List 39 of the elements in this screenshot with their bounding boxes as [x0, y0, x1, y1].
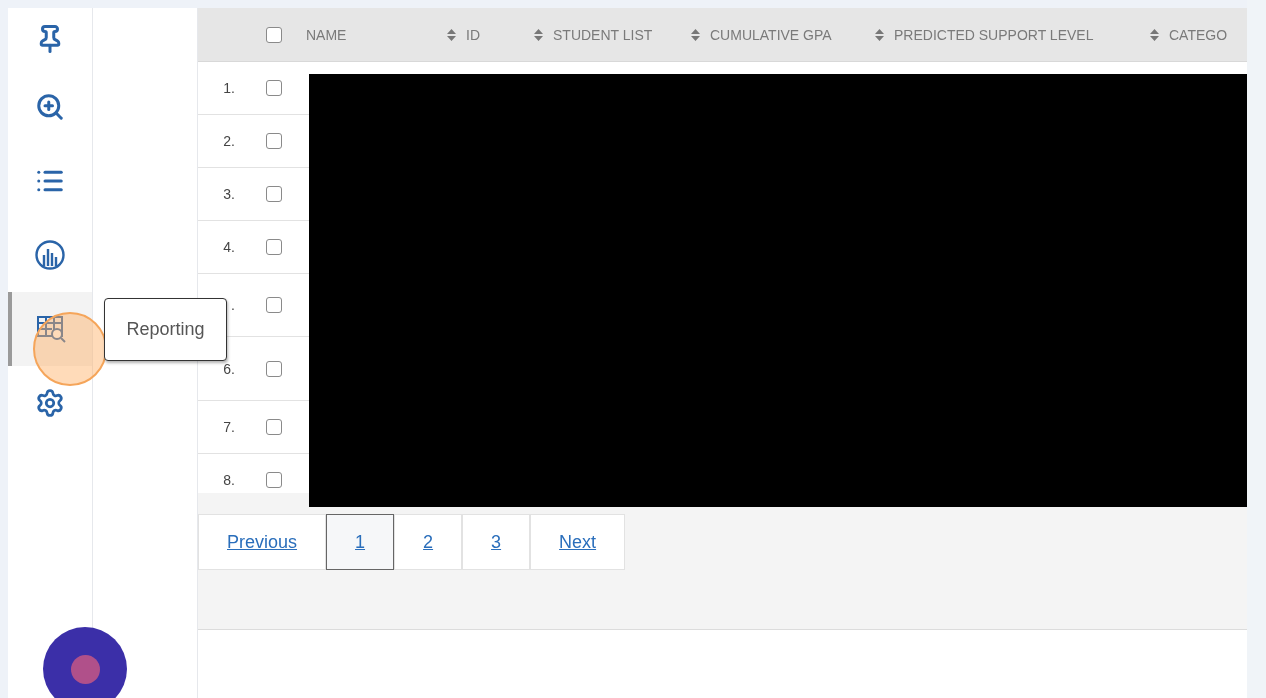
row-checkbox[interactable] [266, 239, 282, 255]
zoom-in-icon[interactable] [35, 92, 65, 122]
sidebar-item[interactable] [8, 292, 92, 366]
row-checkbox[interactable] [266, 360, 282, 377]
row-number: 2. [223, 133, 235, 149]
select-all-checkbox[interactable] [266, 26, 282, 43]
column-header[interactable]: CUMULATIVE GPA [710, 26, 832, 43]
row-checkbox[interactable] [266, 472, 282, 488]
column-header[interactable]: PREDICTED SUPPORT LEVEL [894, 26, 1094, 43]
column-header[interactable]: STUDENT LIST [553, 26, 653, 43]
row-number: . [231, 297, 235, 313]
column-header[interactable]: CATEGO [1169, 26, 1228, 43]
record-dot-icon [70, 654, 100, 684]
column-header[interactable]: NAME [306, 26, 347, 43]
page-link[interactable]: Previous [198, 514, 327, 570]
row-number: 1. [223, 80, 235, 96]
row-number: 7. [223, 419, 235, 435]
sort-icon[interactable] [691, 28, 700, 41]
row-number: 4. [223, 239, 235, 255]
tooltip: Reporting [104, 298, 227, 361]
row-number: 8. [223, 472, 235, 488]
sort-icon[interactable] [447, 28, 456, 41]
row-checkbox[interactable] [266, 297, 282, 313]
page-link[interactable]: 3 [462, 514, 531, 570]
bar-chart-icon [34, 239, 66, 271]
row-number: 6. [223, 360, 235, 377]
row-number: 3. [223, 186, 235, 202]
sort-icon[interactable] [1150, 28, 1159, 41]
row-checkbox[interactable] [266, 133, 282, 149]
column-header[interactable]: ID [466, 26, 480, 43]
sort-icon[interactable] [534, 28, 543, 41]
settings-icon[interactable] [35, 388, 65, 418]
page-link[interactable]: 1 [326, 514, 395, 570]
page-link[interactable]: Next [530, 514, 626, 570]
row-checkbox[interactable] [266, 80, 282, 96]
sort-icon[interactable] [875, 28, 884, 41]
row-checkbox[interactable] [266, 186, 282, 202]
page-link[interactable]: 2 [394, 514, 463, 570]
row-checkbox[interactable] [266, 419, 282, 435]
